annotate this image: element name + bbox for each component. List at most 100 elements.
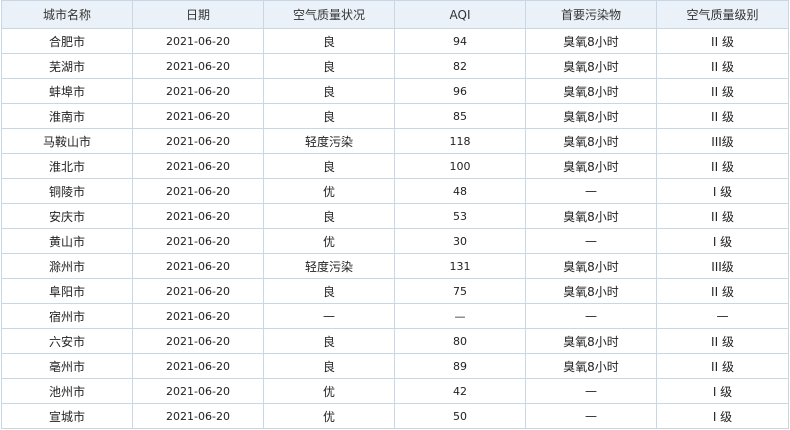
cell-aqi: 53 bbox=[394, 203, 526, 229]
cell-air-quality-level: I 级 bbox=[656, 378, 789, 404]
cell-air-quality-status: — bbox=[263, 303, 395, 329]
cell-air-quality-status: 良 bbox=[263, 203, 395, 229]
cell-primary-pollutant: 臭氧8小时 bbox=[525, 103, 657, 129]
table-row: 淮北市 2021-06-20 良 100 臭氧8小时 II 级 bbox=[1, 153, 789, 179]
cell-aqi: 96 bbox=[394, 78, 526, 104]
cell-aqi: 80 bbox=[394, 328, 526, 354]
cell-date: 2021-06-20 bbox=[132, 353, 264, 379]
cell-aqi: 89 bbox=[394, 353, 526, 379]
cell-air-quality-status: 优 bbox=[263, 178, 395, 204]
air-quality-table: 城市名称 日期 空气质量状况 AQI 首要污染物 空气质量级别 合肥市 2021-… bbox=[1, 0, 789, 429]
cell-aqi: 131 bbox=[394, 253, 526, 279]
cell-primary-pollutant: 臭氧8小时 bbox=[525, 53, 657, 79]
cell-primary-pollutant: 臭氧8小时 bbox=[525, 253, 657, 279]
table-row: 铜陵市 2021-06-20 优 48— I 级 bbox=[1, 178, 789, 204]
cell-date: 2021-06-20 bbox=[132, 253, 264, 279]
cell-date: 2021-06-20 bbox=[132, 28, 264, 54]
table-row: 蚌埠市 2021-06-20 良 96 臭氧8小时 II 级 bbox=[1, 78, 789, 104]
cell-air-quality-level: III级 bbox=[656, 253, 789, 279]
table-row: 宿州市 2021-06-20— — — — bbox=[1, 303, 789, 329]
cell-aqi: 75 bbox=[394, 278, 526, 304]
table-row: 芜湖市 2021-06-20 良 82 臭氧8小时 II 级 bbox=[1, 53, 789, 79]
cell-primary-pollutant: — bbox=[525, 378, 657, 404]
cell-air-quality-level: II 级 bbox=[656, 103, 789, 129]
cell-air-quality-status: 良 bbox=[263, 328, 395, 354]
cell-air-quality-level: II 级 bbox=[656, 353, 789, 379]
table-row: 亳州市 2021-06-20 良 89 臭氧8小时 II 级 bbox=[1, 353, 789, 379]
cell-air-quality-level: II 级 bbox=[656, 278, 789, 304]
table-row: 滁州市 2021-06-20 轻度污染 131 臭氧8小时 III级 bbox=[1, 253, 789, 279]
header-aqi: AQI bbox=[394, 0, 526, 29]
cell-primary-pollutant: — bbox=[525, 228, 657, 254]
cell-air-quality-status: 良 bbox=[263, 153, 395, 179]
cell-date: 2021-06-20 bbox=[132, 203, 264, 229]
cell-air-quality-level: — bbox=[656, 303, 789, 329]
cell-primary-pollutant: 臭氧8小时 bbox=[525, 128, 657, 154]
table-row: 淮南市 2021-06-20 良 85 臭氧8小时 II 级 bbox=[1, 103, 789, 129]
cell-city-name: 宿州市 bbox=[1, 303, 133, 329]
cell-air-quality-level: I 级 bbox=[656, 178, 789, 204]
cell-aqi: 118 bbox=[394, 128, 526, 154]
cell-date: 2021-06-20 bbox=[132, 103, 264, 129]
cell-city-name: 滁州市 bbox=[1, 253, 133, 279]
cell-city-name: 铜陵市 bbox=[1, 178, 133, 204]
cell-city-name: 宣城市 bbox=[1, 403, 133, 429]
cell-air-quality-level: II 级 bbox=[656, 328, 789, 354]
table-row: 安庆市 2021-06-20 良 53 臭氧8小时 II 级 bbox=[1, 203, 789, 229]
cell-aqi: 100 bbox=[394, 153, 526, 179]
cell-primary-pollutant: 臭氧8小时 bbox=[525, 278, 657, 304]
cell-aqi: 30 bbox=[394, 228, 526, 254]
cell-city-name: 黄山市 bbox=[1, 228, 133, 254]
table-body: 合肥市 2021-06-20 良 94 臭氧8小时 II 级芜湖市 2021-06-20 良 8… bbox=[1, 28, 789, 429]
cell-aqi: 94 bbox=[394, 28, 526, 54]
cell-air-quality-status: 优 bbox=[263, 378, 395, 404]
cell-air-quality-status: 优 bbox=[263, 403, 395, 429]
cell-date: 2021-06-20 bbox=[132, 128, 264, 154]
cell-date: 2021-06-20 bbox=[132, 53, 264, 79]
cell-primary-pollutant: 臭氧8小时 bbox=[525, 328, 657, 354]
table-row: 池州市 2021-06-20 优 42— I 级 bbox=[1, 378, 789, 404]
cell-air-quality-status: 轻度污染 bbox=[263, 128, 395, 154]
cell-aqi: 42 bbox=[394, 378, 526, 404]
header-air-quality-level: 空气质量级别 bbox=[656, 0, 789, 29]
cell-primary-pollutant: 臭氧8小时 bbox=[525, 353, 657, 379]
header-city-name: 城市名称 bbox=[1, 0, 133, 29]
table-header-row: 城市名称 日期 空气质量状况 AQI 首要污染物 空气质量级别 bbox=[1, 0, 789, 29]
header-air-quality-status: 空气质量状况 bbox=[263, 0, 395, 29]
cell-date: 2021-06-20 bbox=[132, 328, 264, 354]
cell-date: 2021-06-20 bbox=[132, 228, 264, 254]
cell-city-name: 阜阳市 bbox=[1, 278, 133, 304]
cell-air-quality-status: 优 bbox=[263, 228, 395, 254]
cell-aqi: 50 bbox=[394, 403, 526, 429]
cell-date: 2021-06-20 bbox=[132, 403, 264, 429]
table-row: 合肥市 2021-06-20 良 94 臭氧8小时 II 级 bbox=[1, 28, 789, 54]
cell-aqi: 85 bbox=[394, 103, 526, 129]
cell-air-quality-level: III级 bbox=[656, 128, 789, 154]
cell-air-quality-status: 良 bbox=[263, 353, 395, 379]
table-row: 宣城市 2021-06-20 优 50— I 级 bbox=[1, 403, 789, 429]
cell-city-name: 合肥市 bbox=[1, 28, 133, 54]
cell-date: 2021-06-20 bbox=[132, 178, 264, 204]
cell-air-quality-level: II 级 bbox=[656, 28, 789, 54]
table-row: 六安市 2021-06-20 良 80 臭氧8小时 II 级 bbox=[1, 328, 789, 354]
cell-city-name: 淮北市 bbox=[1, 153, 133, 179]
cell-primary-pollutant: 臭氧8小时 bbox=[525, 153, 657, 179]
cell-air-quality-level: I 级 bbox=[656, 403, 789, 429]
cell-primary-pollutant: 臭氧8小时 bbox=[525, 203, 657, 229]
cell-city-name: 池州市 bbox=[1, 378, 133, 404]
cell-date: 2021-06-20 bbox=[132, 153, 264, 179]
cell-city-name: 芜湖市 bbox=[1, 53, 133, 79]
cell-date: 2021-06-20 bbox=[132, 78, 264, 104]
cell-date: 2021-06-20 bbox=[132, 303, 264, 329]
table-row: 马鞍山市 2021-06-20 轻度污染 118 臭氧8小时 III级 bbox=[1, 128, 789, 154]
cell-air-quality-level: II 级 bbox=[656, 53, 789, 79]
cell-date: 2021-06-20 bbox=[132, 278, 264, 304]
cell-air-quality-status: 良 bbox=[263, 278, 395, 304]
cell-city-name: 淮南市 bbox=[1, 103, 133, 129]
cell-air-quality-level: II 级 bbox=[656, 153, 789, 179]
cell-air-quality-level: II 级 bbox=[656, 203, 789, 229]
cell-city-name: 六安市 bbox=[1, 328, 133, 354]
cell-date: 2021-06-20 bbox=[132, 378, 264, 404]
cell-air-quality-status: 良 bbox=[263, 103, 395, 129]
header-date: 日期 bbox=[132, 0, 264, 29]
